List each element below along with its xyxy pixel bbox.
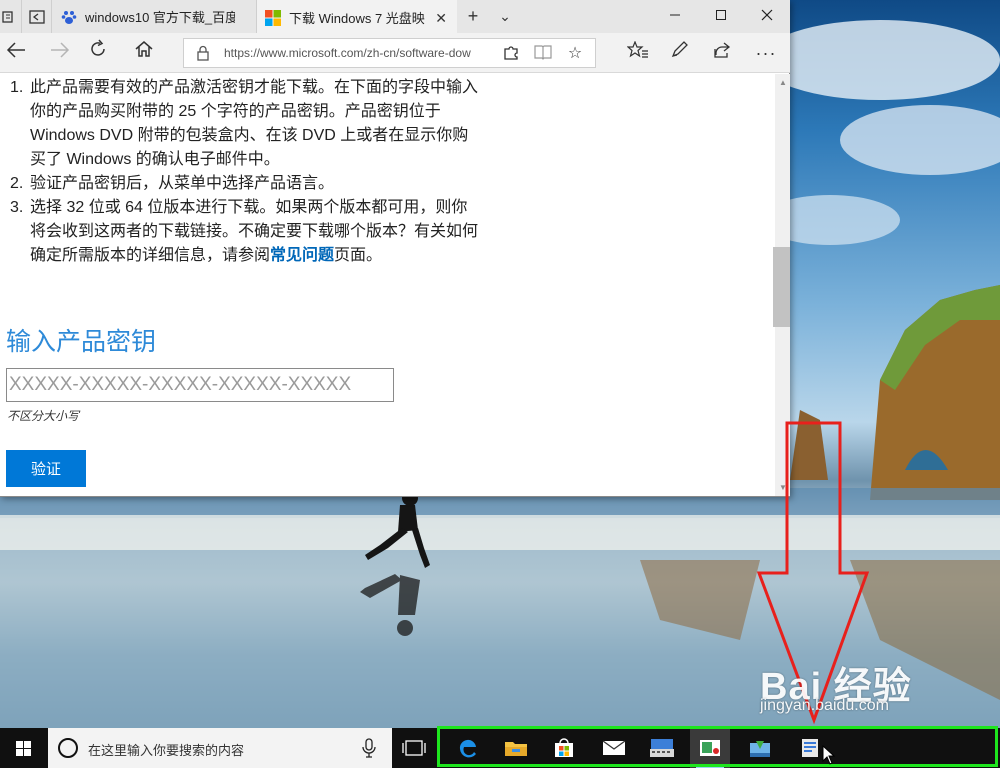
close-tab-icon[interactable]: ✕: [435, 10, 447, 27]
baidu-paw-icon: [61, 10, 77, 24]
microphone-icon[interactable]: [362, 738, 376, 763]
tab-bar: windows10 官方下载_百度搜 下载 Windows 7 光盘映 ✕ + …: [0, 0, 790, 33]
forward-arrow-icon[interactable]: [44, 39, 76, 67]
tab-microsoft-download[interactable]: 下载 Windows 7 光盘映 ✕: [257, 0, 457, 33]
taskbar-highlight-box: [437, 726, 998, 767]
maximize-icon: [716, 10, 726, 20]
extension-puzzle-icon[interactable]: [500, 43, 522, 65]
windows-logo-icon: [16, 741, 31, 756]
list-item: 3. 选择 32 位或 64 位版本进行下载。如果两个版本都可用，则你将会收到这…: [10, 199, 479, 264]
navigation-bar: https://www.microsoft.com/zh-cn/software…: [0, 33, 790, 73]
task-view-icon: [402, 740, 426, 756]
faq-link[interactable]: 常见问题: [270, 247, 334, 264]
back-arrow-icon[interactable]: [0, 39, 32, 67]
home-icon[interactable]: [128, 39, 160, 67]
refresh-icon[interactable]: [82, 39, 114, 67]
task-view-button[interactable]: [400, 736, 428, 765]
address-url[interactable]: https://www.microsoft.com/zh-cn/software…: [224, 46, 494, 60]
start-button[interactable]: [0, 728, 48, 768]
product-key-input[interactable]: [6, 368, 394, 402]
share-icon[interactable]: [706, 39, 738, 67]
tab-title: 下载 Windows 7 光盘映: [289, 11, 425, 26]
watermark-url: jingyan.baidu.com: [760, 697, 889, 714]
tab-overflow[interactable]: [0, 0, 22, 33]
microsoft-logo-icon: [265, 9, 281, 26]
edge-browser-window: windows10 官方下载_百度搜 下载 Windows 7 光盘映 ✕ + …: [0, 0, 790, 497]
lock-icon: [196, 45, 210, 66]
favorite-star-icon[interactable]: ☆: [564, 43, 586, 65]
scrollbar-thumb[interactable]: [773, 247, 790, 327]
instruction-list: 1. 此产品需要有效的产品激活密钥才能下载。在下面的字段中输入你的产品购买附带的…: [10, 76, 482, 268]
tab-title: windows10 官方下载_百度搜: [85, 10, 235, 25]
minimize-icon: [670, 14, 680, 16]
address-bar[interactable]: https://www.microsoft.com/zh-cn/software…: [183, 38, 596, 68]
new-tab-button[interactable]: +: [460, 4, 486, 28]
pen-notes-icon[interactable]: [664, 39, 696, 67]
mouse-cursor-icon: [822, 745, 836, 765]
case-insensitive-note: 不区分大小写: [7, 409, 80, 423]
scroll-up-arrow-icon[interactable]: ▲: [778, 78, 788, 87]
set-aside-tabs-button[interactable]: [22, 0, 52, 33]
tab-list-chevron-icon[interactable]: ⌄: [492, 4, 518, 28]
maximize-button[interactable]: [698, 0, 744, 33]
cortana-circle-icon: [58, 738, 78, 758]
more-menu-ellipsis-icon[interactable]: ···: [750, 39, 782, 67]
favorites-hub-icon[interactable]: [622, 39, 654, 67]
tab-preview-icon: [28, 9, 45, 24]
minimize-button[interactable]: [652, 0, 698, 33]
list-item: 1. 此产品需要有效的产品激活密钥才能下载。在下面的字段中输入你的产品购买附带的…: [10, 79, 479, 168]
search-placeholder: 在这里输入你要搜索的内容: [88, 743, 245, 758]
taskbar-search-box[interactable]: 在这里输入你要搜索的内容: [48, 728, 392, 768]
verify-button[interactable]: 验证: [6, 450, 86, 487]
close-window-button[interactable]: [744, 0, 790, 33]
list-item: 2. 验证产品密钥后，从菜单中选择产品语言。: [10, 175, 335, 192]
tabs-aside-icon: [2, 10, 13, 23]
page-content: 1. 此产品需要有效的产品激活密钥才能下载。在下面的字段中输入你的产品购买附带的…: [0, 74, 775, 496]
reading-view-book-icon[interactable]: [532, 43, 554, 65]
tab-baidu[interactable]: windows10 官方下载_百度搜: [53, 0, 257, 33]
product-key-heading: 输入产品密钥: [6, 328, 157, 356]
close-icon: [761, 9, 773, 21]
